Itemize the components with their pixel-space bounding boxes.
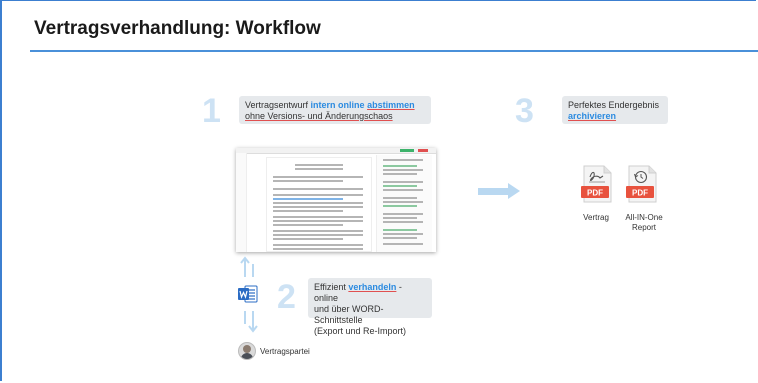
comment-text-line bbox=[383, 205, 417, 207]
comment-text-line bbox=[383, 221, 423, 223]
editor-green-button bbox=[400, 149, 414, 152]
report-label-line1: All-IN-One bbox=[625, 213, 663, 222]
document-editor-screenshot bbox=[236, 148, 436, 252]
step-2-highlight: verhandeln bbox=[348, 282, 397, 292]
document-text-line bbox=[273, 194, 363, 196]
document-text-line bbox=[273, 216, 363, 218]
comment-text-line bbox=[383, 233, 423, 235]
step-3-text: Perfektes Endergebnis bbox=[568, 100, 660, 110]
comment-text-line bbox=[383, 181, 423, 183]
step-1-highlight-b: abstimmen bbox=[367, 100, 415, 110]
document-text-line bbox=[273, 198, 343, 200]
comment-text-line bbox=[383, 217, 417, 219]
comment-text-line bbox=[383, 229, 417, 231]
step-3-number: 3 bbox=[515, 92, 534, 130]
document-text-line bbox=[295, 168, 343, 170]
comment-text-line bbox=[383, 165, 417, 167]
output-label-report: All-IN-One Report bbox=[622, 213, 666, 233]
document-text-line bbox=[273, 248, 363, 250]
step-2-callout: Effizient verhandeln - online und über W… bbox=[308, 278, 432, 336]
document-text-line bbox=[273, 234, 363, 236]
editor-red-button bbox=[418, 149, 428, 152]
contract-party-label: Vertragspartei bbox=[260, 347, 310, 356]
comment-text-line bbox=[383, 243, 423, 245]
document-text-line bbox=[273, 230, 363, 232]
comment-text-line bbox=[383, 197, 417, 199]
editor-sidebar bbox=[236, 153, 247, 252]
step-1-text: Vertragsentwurf bbox=[245, 100, 309, 110]
step-2-line2: und über WORD-Schnittstelle bbox=[314, 304, 384, 325]
comment-panel bbox=[376, 155, 432, 252]
title-divider bbox=[30, 50, 758, 52]
step-1-highlight-a: intern online bbox=[310, 100, 365, 110]
step-2-number: 2 bbox=[277, 278, 296, 316]
comment-text-line bbox=[383, 213, 423, 215]
step-3-highlight: archivieren bbox=[568, 111, 617, 121]
step-1-callout: Vertragsentwurf intern online abstimmen … bbox=[239, 96, 431, 124]
history-pdf-icon[interactable]: PDF bbox=[626, 165, 658, 203]
document-text-line bbox=[273, 176, 363, 178]
step-3-callout: Perfektes Endergebnis archivieren bbox=[562, 96, 668, 124]
flow-arrow-head bbox=[508, 183, 520, 199]
report-label-line2: Report bbox=[631, 223, 656, 232]
output-label-vertrag: Vertrag bbox=[583, 213, 609, 222]
document-text-line bbox=[273, 206, 363, 208]
document-text-line bbox=[295, 164, 343, 166]
download-arrows-icon bbox=[244, 311, 258, 333]
pdf-badge-1: PDF bbox=[587, 189, 603, 198]
avatar bbox=[238, 342, 256, 360]
slide-title: Vertragsverhandlung: Workflow bbox=[34, 18, 321, 39]
document-text-line bbox=[273, 220, 363, 222]
document-text-line bbox=[273, 202, 363, 204]
comment-text-line bbox=[383, 201, 423, 203]
document-page bbox=[266, 157, 372, 252]
comment-text-line bbox=[383, 159, 423, 161]
comment-text-line bbox=[383, 173, 417, 175]
step-2-text: Effizient bbox=[314, 282, 346, 292]
flow-arrow bbox=[478, 188, 508, 195]
comment-text-line bbox=[383, 185, 417, 187]
document-text-line bbox=[273, 238, 343, 240]
document-text-line bbox=[273, 224, 343, 226]
signature-pdf-icon[interactable]: PDF bbox=[581, 165, 613, 203]
upload-arrows-icon bbox=[240, 256, 254, 277]
comment-text-line bbox=[383, 189, 423, 191]
document-text-line bbox=[273, 210, 343, 212]
document-text-line bbox=[273, 180, 343, 182]
step-1-line2: ohne Versions- und Änderungschaos bbox=[245, 111, 393, 121]
comment-text-line bbox=[383, 169, 423, 171]
document-text-line bbox=[273, 244, 363, 246]
comment-text-line bbox=[383, 237, 417, 239]
step-2-line3: (Export und Re-Import) bbox=[314, 326, 407, 336]
pdf-badge-2: PDF bbox=[632, 189, 648, 198]
document-text-line bbox=[273, 188, 363, 190]
word-icon[interactable] bbox=[238, 285, 258, 303]
step-1-number: 1 bbox=[202, 92, 221, 130]
